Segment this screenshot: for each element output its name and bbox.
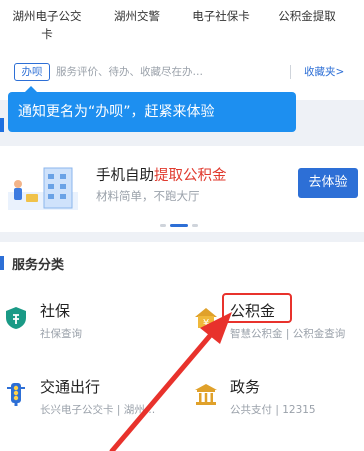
banner-subtitle: 材料简单，不跑大厅 bbox=[96, 189, 200, 203]
annotation-highlight-box bbox=[222, 293, 292, 323]
house-yen-icon: ¥ bbox=[195, 308, 217, 329]
rename-tooltip[interactable]: 通知更名为“办呗”，赶紧来体验 bbox=[8, 86, 296, 134]
traffic-light-icon bbox=[7, 383, 25, 406]
collect-link[interactable]: 收藏夹> bbox=[304, 64, 344, 79]
shortcut-huzhou-traffic-police[interactable]: 湖州交警 bbox=[96, 7, 178, 25]
shield-icon bbox=[6, 307, 26, 329]
section-title: 服务分类 bbox=[12, 258, 65, 273]
carousel-dot bbox=[160, 224, 166, 227]
shortcut-label: 湖州交警 bbox=[114, 9, 160, 23]
shortcut-label-line2: 卡 bbox=[41, 27, 53, 41]
service-desc: 长兴电子公交卡 | 湖州… bbox=[40, 404, 156, 416]
office-tag[interactable]: 办呗 bbox=[14, 63, 50, 81]
shortcut-provident-fund-withdraw[interactable]: 公积金提取 bbox=[266, 7, 348, 25]
service-desc: 社保查询 bbox=[40, 328, 82, 340]
banner-title: 手机自助提取公积金 bbox=[96, 164, 227, 185]
promo-banner[interactable]: 手机自助提取公积金 材料简单，不跑大厅 去体验 bbox=[0, 146, 364, 232]
service-desc: 智慧公积金 | 公积金查询 bbox=[230, 328, 346, 340]
top-shortcut-card: 湖州电子公交 卡 湖州交警 电子社保卡 公积金提取 办呗 服务评价、待办、收藏尽… bbox=[0, 0, 364, 100]
shortcut-label: 电子社保卡 bbox=[192, 9, 250, 23]
building-illustration-icon bbox=[8, 167, 78, 210]
carousel-indicator bbox=[160, 224, 200, 227]
edge-accent-mark bbox=[0, 118, 4, 132]
office-row[interactable]: 办呗 服务评价、待办、收藏尽在办… 收藏夹> bbox=[8, 60, 356, 84]
try-it-button[interactable]: 去体验 bbox=[298, 168, 358, 198]
svg-text:¥: ¥ bbox=[203, 318, 209, 329]
divider bbox=[290, 65, 291, 79]
service-name: 交通出行 bbox=[40, 378, 101, 396]
shortcut-huzhou-bus-card[interactable]: 湖州电子公交 卡 bbox=[6, 7, 88, 43]
service-categories-panel: 服务分类 社保 社保查询 ¥ 公积金 智慧公积金 | 公积金查询 交通出行 长兴… bbox=[0, 242, 364, 451]
carousel-dot-active bbox=[170, 224, 188, 227]
office-hint: 服务评价、待办、收藏尽在办… bbox=[56, 66, 203, 78]
service-name: 社保 bbox=[40, 302, 71, 320]
shortcut-e-social-security-card[interactable]: 电子社保卡 bbox=[180, 7, 262, 25]
banner-title-highlight: 提取公积金 bbox=[154, 168, 227, 184]
service-government-affairs[interactable]: 政务 公共支付 | 12315 bbox=[194, 376, 364, 426]
service-name: 政务 bbox=[230, 378, 261, 396]
service-transportation[interactable]: 交通出行 长兴电子公交卡 | 湖州… bbox=[4, 376, 184, 426]
banner-title-prefix: 手机自助 bbox=[96, 168, 154, 184]
section-accent-bar bbox=[0, 256, 4, 270]
government-building-icon bbox=[195, 384, 217, 405]
service-desc: 公共支付 | 12315 bbox=[230, 404, 316, 416]
shortcut-label: 公积金提取 bbox=[278, 9, 336, 23]
tooltip-text: 通知更名为“办呗”，赶紧来体验 bbox=[8, 92, 296, 132]
service-social-security[interactable]: 社保 社保查询 bbox=[4, 300, 184, 350]
carousel-dot bbox=[192, 224, 198, 227]
shortcut-label: 湖州电子公交 bbox=[12, 9, 82, 23]
